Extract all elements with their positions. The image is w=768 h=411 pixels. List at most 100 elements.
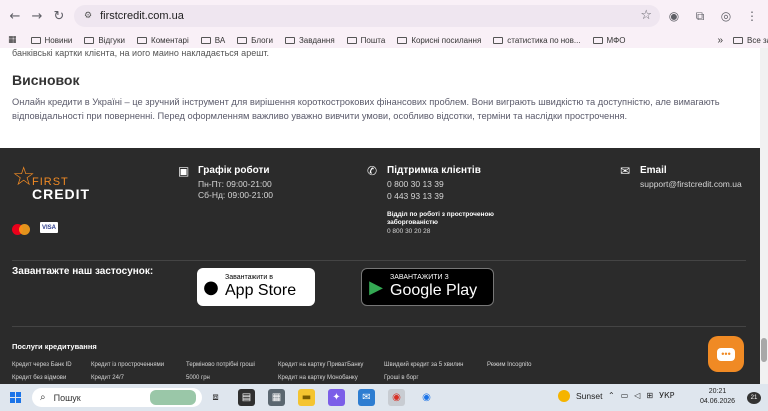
taskbar: ⌕ Пошук ⧈ ▤ ▦ ▬ ✦ ✉ ◉ ◉ Sunset ⌃ ▭ ◁ ⊞ У… <box>0 384 768 411</box>
bookmark-comments[interactable]: Коментарі <box>137 36 189 45</box>
battery-icon[interactable]: ▭ <box>621 391 629 400</box>
screen: ← → ↻ ⚙ firstcredit.com.ua ☆ ◉ ⧉ ◎ ⋮ ▦ Н… <box>0 0 768 411</box>
speaker-icon[interactable]: ◁ <box>634 391 640 400</box>
support-block: Підтримка клієнтів 0 800 30 13 39 0 443 … <box>387 165 517 236</box>
bookmark-mfo[interactable]: МФО <box>592 36 625 45</box>
bookmark-tasks[interactable]: Завдання <box>284 36 335 45</box>
divider <box>12 260 746 261</box>
site-footer: ☆ FIRST CREDIT VISA ▣ Графік роботи Пн-П… <box>0 148 760 384</box>
apple-icon: ● <box>203 276 219 298</box>
file-explorer-icon[interactable]: ▬ <box>298 389 315 406</box>
bookmark-reviews[interactable]: Відгуки <box>84 36 125 45</box>
scrollbar-thumb[interactable] <box>761 338 767 362</box>
network-icon[interactable]: ⊞ <box>646 391 653 400</box>
support-phone-1[interactable]: 0 800 30 13 39 <box>387 179 517 191</box>
site-logo[interactable]: ☆ FIRST CREDIT <box>12 164 92 206</box>
service-link[interactable]: Кредит на картку ПриватБанку <box>278 362 363 368</box>
section-heading: Висновок <box>12 72 80 88</box>
camera-icon[interactable]: ◉ <box>664 5 684 27</box>
chrome-active-icon[interactable]: ◉ <box>388 389 405 406</box>
folder-icon <box>592 36 603 44</box>
bookmark-mail[interactable]: Пошта <box>346 36 385 45</box>
menu-icon[interactable]: ⋮ <box>742 5 762 27</box>
overdue-phone[interactable]: 0 800 30 20 28 <box>387 227 517 236</box>
all-bookmarks-button[interactable]: Все закладки <box>733 36 768 45</box>
bookmark-blogs[interactable]: Блоги <box>237 36 273 45</box>
chrome-icon[interactable]: ◉ <box>418 389 435 406</box>
conclusion-paragraph: Онлайн кредити в Україні – це зручний ін… <box>12 97 720 121</box>
site-info-icon[interactable]: ⚙ <box>84 11 92 21</box>
url-text: firstcredit.com.ua <box>100 10 184 22</box>
folder-icon <box>84 36 95 44</box>
calculator-app-icon[interactable]: ▦ <box>268 389 285 406</box>
search-highlight-image <box>150 390 196 405</box>
previous-paragraph: банківські картки клієнта, на иого маино… <box>12 48 270 58</box>
google-play-icon: ▶ <box>369 276 383 298</box>
divider <box>12 326 746 327</box>
search-icon: ⌕ <box>40 392 46 403</box>
email-block: Email support@firstcredit.com.ua <box>640 165 742 191</box>
sun-icon <box>558 390 570 402</box>
taskbar-search[interactable]: ⌕ Пошук <box>32 388 202 407</box>
service-link[interactable]: Кредит без відмови <box>12 375 66 381</box>
phone-icon: ✆ <box>367 164 378 178</box>
folder-icon <box>200 36 211 44</box>
profile-icon[interactable]: ◎ <box>716 5 736 27</box>
app-download-title: Завантажте наш застосунок: <box>12 266 154 277</box>
service-link[interactable]: 5000 грн <box>186 375 210 381</box>
google-play-button[interactable]: ▶ ЗАВАНТАЖИТИ З Google Play <box>361 268 494 306</box>
copilot-icon[interactable]: ✦ <box>328 389 345 406</box>
folder-icon <box>733 36 743 44</box>
page-scrollbar[interactable] <box>760 48 768 384</box>
folder-icon <box>397 36 408 44</box>
mail-app-icon[interactable]: ✉ <box>358 389 375 406</box>
support-phone-2[interactable]: 0 443 93 13 39 <box>387 191 517 203</box>
service-link[interactable]: Режим Incognito <box>487 362 532 368</box>
forward-button[interactable]: → <box>26 5 48 27</box>
service-link[interactable]: Кредит через Банк ID <box>12 362 72 368</box>
language-indicator[interactable]: УКР <box>659 391 674 400</box>
address-bar[interactable]: ⚙ firstcredit.com.ua ☆ <box>74 5 660 27</box>
app-store-button[interactable]: ● Завантажити в App Store <box>197 268 315 306</box>
system-tray: ⌃ ▭ ◁ ⊞ УКР <box>608 391 675 400</box>
task-view-icon[interactable]: ⧈ <box>207 389 224 406</box>
visa-icon: VISA <box>40 222 58 233</box>
folder-icon <box>237 36 248 44</box>
page-content: банківські картки клієнта, на иого маино… <box>0 48 760 148</box>
folder-icon <box>493 36 504 44</box>
support-email-link[interactable]: support@firstcredit.com.ua <box>640 179 742 191</box>
extensions-icon[interactable]: ⧉ <box>690 5 710 27</box>
store-app-icon[interactable]: ▤ <box>238 389 255 406</box>
bookmark-stats[interactable]: статистика по нов... <box>493 36 581 45</box>
folder-icon <box>30 36 41 44</box>
folder-icon <box>346 36 357 44</box>
services-title: Послуги кредитування <box>12 342 97 351</box>
bookmarks-overflow-button[interactable]: » <box>717 35 723 46</box>
schedule-block: Графік роботи Пн-Пт: 09:00-21:00 Сб-Нд: … <box>198 165 274 200</box>
browser-toolbar: ← → ↻ ⚙ firstcredit.com.ua ☆ ◉ ⧉ ◎ ⋮ <box>0 0 768 32</box>
windows-start-icon[interactable] <box>10 392 21 403</box>
service-link[interactable]: Терміново потрібні гроші <box>186 362 255 368</box>
service-link[interactable]: Швидкий кредит за 5 хвилин <box>384 362 463 368</box>
bookmark-news[interactable]: Новини <box>30 36 72 45</box>
reload-button[interactable]: ↻ <box>48 5 70 27</box>
service-link[interactable]: Кредит на картку Монобанку <box>278 375 358 381</box>
back-button[interactable]: ← <box>4 5 26 27</box>
service-link[interactable]: Кредит 24/7 <box>91 375 124 381</box>
notifications-badge[interactable]: 21 <box>747 392 761 404</box>
folder-icon <box>284 36 295 44</box>
service-link[interactable]: Кредит із простроченнями <box>91 362 164 368</box>
weather-widget[interactable]: Sunset <box>558 390 602 402</box>
bookmark-va[interactable]: ВА <box>200 36 225 45</box>
calendar-icon: ▣ <box>178 164 190 178</box>
chat-button[interactable]: ••• <box>708 336 744 372</box>
apps-grid-icon[interactable]: ▦ <box>8 35 17 45</box>
bookmark-star-icon[interactable]: ☆ <box>640 8 652 23</box>
tray-overflow-icon[interactable]: ⌃ <box>608 391 615 400</box>
clock[interactable]: 20:21 04.06.2026 <box>700 387 735 407</box>
folder-icon <box>137 36 148 44</box>
bookmark-useful-links[interactable]: Корисні посилання <box>397 36 481 45</box>
bookmarks-bar: ▦ Новини Відгуки Коментарі ВА Блоги Завд… <box>0 32 768 48</box>
chat-icon: ••• <box>717 347 735 361</box>
service-link[interactable]: Гроші в борг <box>384 375 419 381</box>
